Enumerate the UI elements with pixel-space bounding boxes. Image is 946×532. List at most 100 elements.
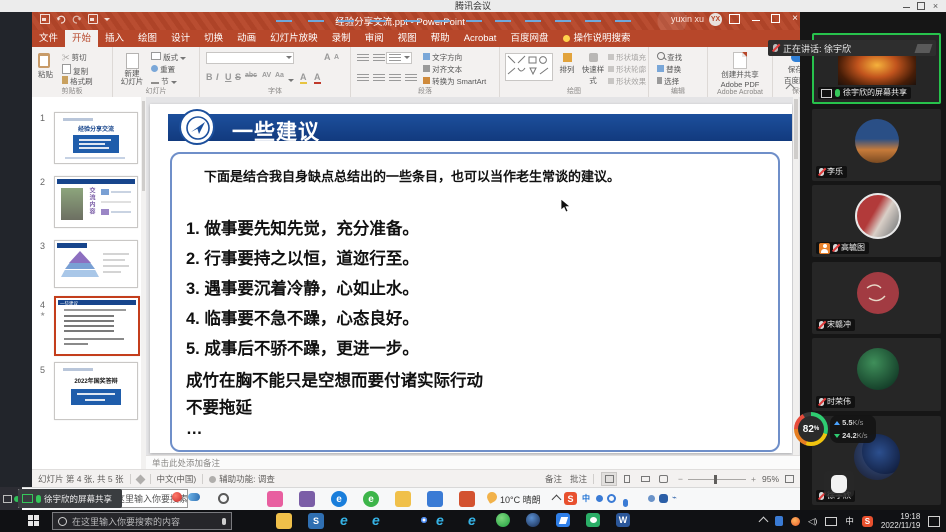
tab-file[interactable]: 文件 — [32, 30, 65, 47]
comments-button[interactable]: 批注 — [570, 473, 587, 485]
app-icon-pink[interactable] — [267, 491, 283, 507]
tab-baidu-netdisk[interactable]: 百度网盘 — [503, 30, 555, 47]
clear-strike-button[interactable]: abc — [245, 72, 257, 79]
clock-tray-icon[interactable] — [607, 494, 616, 503]
thumbnail-slide-1[interactable]: 经验分享交流 — [54, 112, 138, 164]
ppt-minimize-icon[interactable] — [752, 14, 760, 21]
highlight-button[interactable]: A — [300, 72, 307, 84]
create-share-pdf-button[interactable]: 创建并共享 Adobe PDF — [716, 52, 764, 89]
zoom-slider[interactable] — [688, 479, 746, 480]
tab-record[interactable]: 录制 — [325, 30, 358, 47]
edge-icon[interactable]: e — [331, 491, 347, 507]
participant-tile[interactable]: 时荣伟 — [812, 338, 941, 411]
thumbnail-slide-4-selected[interactable]: 一些建议 — [54, 296, 140, 356]
slide-sorter-view-icon[interactable] — [619, 472, 635, 486]
tray-dot-icon[interactable] — [596, 495, 603, 502]
weather-status[interactable]: 10°C 晴朗 — [500, 493, 541, 506]
tray-app-icon[interactable] — [659, 494, 668, 503]
powerpoint-icon[interactable] — [459, 491, 475, 507]
slideshow-view-icon[interactable] — [655, 472, 671, 486]
numbering-icon[interactable] — [373, 54, 385, 63]
tab-slideshow[interactable]: 幻灯片放映 — [263, 30, 325, 47]
canvas-scrollbar[interactable] — [793, 97, 799, 455]
app-icon-blue[interactable] — [427, 491, 443, 507]
thumbnail-slide-3[interactable] — [54, 240, 138, 288]
action-center-icon[interactable] — [928, 516, 940, 527]
replace-button[interactable]: 替换 — [657, 64, 681, 75]
sogou-tray-icon[interactable]: S — [862, 516, 873, 527]
tray-expand-icon[interactable] — [759, 516, 769, 526]
tab-help[interactable]: 帮助 — [424, 30, 457, 47]
wechat-icon[interactable] — [586, 513, 600, 527]
ppt-close-icon[interactable]: × — [792, 14, 798, 24]
grow-font-button[interactable]: A — [324, 52, 331, 62]
wrench-tray-icon[interactable]: ⌁ — [672, 493, 677, 502]
tab-draw[interactable]: 绘图 — [131, 30, 164, 47]
huorong-icon[interactable] — [791, 517, 800, 526]
tab-view[interactable]: 视图 — [391, 30, 424, 47]
participant-tile[interactable]: 高毓图 — [812, 185, 941, 257]
reset-button[interactable]: 重置 — [151, 64, 175, 75]
shrink-font-button[interactable]: A — [334, 54, 339, 61]
align-center-icon[interactable] — [373, 74, 385, 83]
meeting-restore-icon[interactable] — [917, 2, 925, 10]
bold-button[interactable]: B — [206, 72, 213, 82]
ribbon-display-options-icon[interactable] — [729, 14, 740, 24]
mic-tray-icon[interactable] — [623, 499, 628, 507]
new-slide-button[interactable]: 新建 幻灯片 — [119, 53, 145, 86]
quick-styles-button[interactable]: 快速样式 — [580, 53, 606, 86]
tab-animations[interactable]: 动画 — [230, 30, 263, 47]
find-button[interactable]: 查找 — [657, 52, 682, 63]
ie-icon[interactable]: e — [468, 513, 476, 527]
tab-home[interactable]: 开始 — [65, 30, 98, 47]
qq-icon[interactable] — [526, 513, 540, 527]
sogou-tray-icon[interactable]: S — [564, 492, 577, 505]
account-name[interactable]: yuxin xu — [671, 14, 704, 24]
zoom-level[interactable]: 95% — [762, 474, 779, 484]
word-icon[interactable]: W — [616, 513, 630, 527]
shape-outline-button[interactable]: 形状轮廓 — [608, 64, 646, 75]
ppt-restore-icon[interactable] — [771, 14, 780, 23]
tab-review[interactable]: 审阅 — [358, 30, 391, 47]
zoom-out-icon[interactable]: − — [678, 474, 683, 484]
italic-button[interactable]: I — [216, 72, 219, 82]
char-spacing-button[interactable]: AV — [262, 72, 271, 79]
ie-icon[interactable]: e — [340, 513, 348, 527]
notes-pane[interactable]: 单击此处添加备注 — [146, 455, 800, 469]
reading-view-icon[interactable] — [637, 472, 653, 486]
tell-me-search[interactable]: 操作说明搜索 — [555, 30, 638, 47]
tab-design[interactable]: 设计 — [164, 30, 197, 47]
indent-icon[interactable] — [389, 54, 401, 63]
cut-button[interactable]: ✂ 剪切 — [62, 52, 87, 63]
participant-tile[interactable]: 李乐 — [812, 109, 941, 181]
person-tray-icon[interactable] — [648, 495, 655, 502]
start-button[interactable] — [28, 515, 40, 527]
meeting-close-icon[interactable]: × — [931, 2, 940, 10]
ie-icon[interactable]: e — [372, 513, 380, 527]
bluetooth-icon[interactable] — [775, 516, 783, 526]
thumbnail-slide-2[interactable]: 交流内容 — [54, 176, 138, 228]
shape-fill-button[interactable]: 形状填充 — [608, 52, 646, 63]
taskbar-search-box[interactable]: 在这里输入你要搜索的内容 — [52, 512, 232, 530]
volume-icon[interactable]: ◁) — [808, 516, 817, 527]
layout-button[interactable]: 版式 — [151, 52, 186, 63]
app-icon-green[interactable]: e — [363, 491, 379, 507]
ime-tray-icon[interactable]: 中 — [582, 493, 590, 504]
tab-acrobat[interactable]: Acrobat — [457, 30, 504, 47]
align-right-icon[interactable] — [389, 74, 401, 83]
zoom-in-icon[interactable]: + — [751, 474, 756, 484]
account-avatar[interactable]: YX — [709, 13, 722, 26]
file-explorer-button[interactable] — [276, 513, 292, 529]
accessibility-status[interactable]: 辅助功能: 调查 — [219, 473, 275, 485]
ime-indicator[interactable]: 中 — [845, 515, 854, 527]
align-left-icon[interactable] — [357, 74, 369, 83]
text-direction-button[interactable]: 文字方向 — [423, 52, 462, 63]
case-dropdown-icon[interactable] — [288, 75, 294, 84]
normal-view-icon[interactable] — [601, 472, 617, 486]
change-case-button[interactable]: Aa — [275, 72, 284, 79]
360-icon[interactable] — [496, 513, 510, 527]
notes-button[interactable]: 备注 — [545, 473, 562, 485]
arrange-button[interactable]: 排列 — [556, 53, 578, 75]
app-icon-purple[interactable] — [299, 491, 315, 507]
meeting-minimize-icon[interactable] — [903, 2, 910, 8]
